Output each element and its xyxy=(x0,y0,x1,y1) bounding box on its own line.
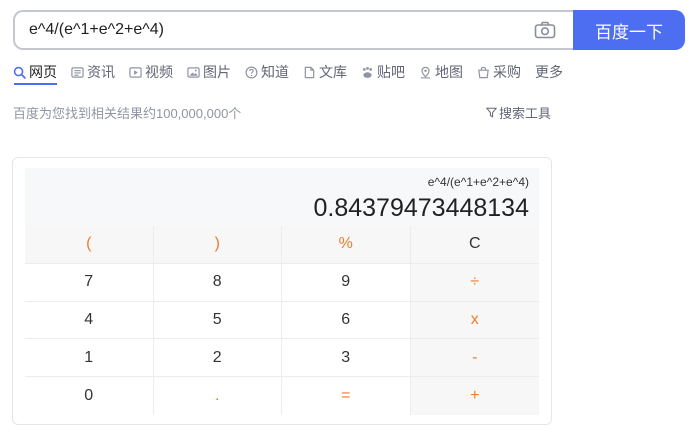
calculator-keypad: ( ) % C 7 8 9 ÷ 4 5 6 x 1 2 3 - 0 . = + xyxy=(25,226,539,415)
cart-icon xyxy=(478,66,489,78)
calculator-display: e^4/(e^1+e^2+e^4) 0.84379473448134 xyxy=(25,168,539,226)
key-7[interactable]: 7 xyxy=(25,263,154,302)
tab-label: 网页 xyxy=(29,64,57,80)
tab-label: 资讯 xyxy=(87,64,115,80)
tab-label: 贴吧 xyxy=(377,64,405,80)
active-tab-indicator xyxy=(14,83,57,85)
search-icon xyxy=(13,66,26,79)
tab-more[interactable]: 更多 xyxy=(535,62,563,82)
search-button[interactable]: 百度一下 xyxy=(573,10,685,50)
key-0[interactable]: 0 xyxy=(25,377,154,415)
tab-tieba[interactable]: 贴吧 xyxy=(361,62,405,82)
tab-label: 采购 xyxy=(493,64,521,80)
search-bar: 百度一下 xyxy=(13,10,685,50)
tab-label: 更多 xyxy=(535,64,563,80)
tab-label: 知道 xyxy=(261,64,289,80)
key-2[interactable]: 2 xyxy=(153,339,282,378)
search-box xyxy=(13,10,575,50)
calculator-result: 0.84379473448134 xyxy=(313,194,529,222)
key-4[interactable]: 4 xyxy=(25,301,154,340)
news-icon xyxy=(71,66,84,78)
question-icon xyxy=(245,66,258,78)
key-subtract[interactable]: - xyxy=(410,339,539,378)
key-percent[interactable]: % xyxy=(282,226,411,264)
tab-wenku[interactable]: 文库 xyxy=(303,62,347,82)
image-icon xyxy=(187,66,200,78)
result-count: 百度为您找到相关结果约100,000,000个 xyxy=(13,106,242,121)
key-8[interactable]: 8 xyxy=(153,263,282,302)
tab-images[interactable]: 图片 xyxy=(187,62,231,82)
key-equals[interactable]: = xyxy=(282,377,411,415)
tab-video[interactable]: 视频 xyxy=(129,62,173,82)
tab-label: 文库 xyxy=(319,64,347,80)
tab-label: 图片 xyxy=(203,64,231,80)
search-input[interactable] xyxy=(29,12,529,48)
key-close-paren[interactable]: ) xyxy=(153,226,282,264)
search-tools-label: 搜索工具 xyxy=(499,106,552,121)
tab-map[interactable]: 地图 xyxy=(419,62,463,82)
key-decimal[interactable]: . xyxy=(153,377,282,415)
tab-web[interactable]: 网页 xyxy=(13,62,57,82)
document-icon xyxy=(304,66,315,78)
tab-label: 视频 xyxy=(145,64,173,80)
tab-zhidao[interactable]: 知道 xyxy=(245,62,289,82)
search-tabs: 网页 资讯 视频 图片 知道 文库 贴吧 地图 采购 更多 xyxy=(13,62,577,84)
tab-news[interactable]: 资讯 xyxy=(71,62,115,82)
tab-label: 地图 xyxy=(435,64,463,80)
key-3[interactable]: 3 xyxy=(282,339,411,378)
tab-purchase[interactable]: 采购 xyxy=(477,62,521,82)
key-divide[interactable]: ÷ xyxy=(410,263,539,302)
search-tools-button[interactable]: 搜索工具 xyxy=(486,103,551,122)
key-add[interactable]: + xyxy=(410,377,539,415)
video-icon xyxy=(129,66,142,78)
key-9[interactable]: 9 xyxy=(282,263,411,302)
key-1[interactable]: 1 xyxy=(25,339,154,378)
key-open-paren[interactable]: ( xyxy=(25,226,154,264)
calculator-expression: e^4/(e^1+e^2+e^4) xyxy=(427,175,529,189)
camera-icon[interactable] xyxy=(534,21,556,39)
key-6[interactable]: 6 xyxy=(282,301,411,340)
tieba-icon xyxy=(362,66,373,78)
key-5[interactable]: 5 xyxy=(153,301,282,340)
map-icon xyxy=(420,66,431,78)
key-multiply[interactable]: x xyxy=(410,301,539,340)
key-clear[interactable]: C xyxy=(410,226,539,264)
filter-icon xyxy=(486,107,497,118)
calculator-card: e^4/(e^1+e^2+e^4) 0.84379473448134 ( ) %… xyxy=(12,157,552,425)
